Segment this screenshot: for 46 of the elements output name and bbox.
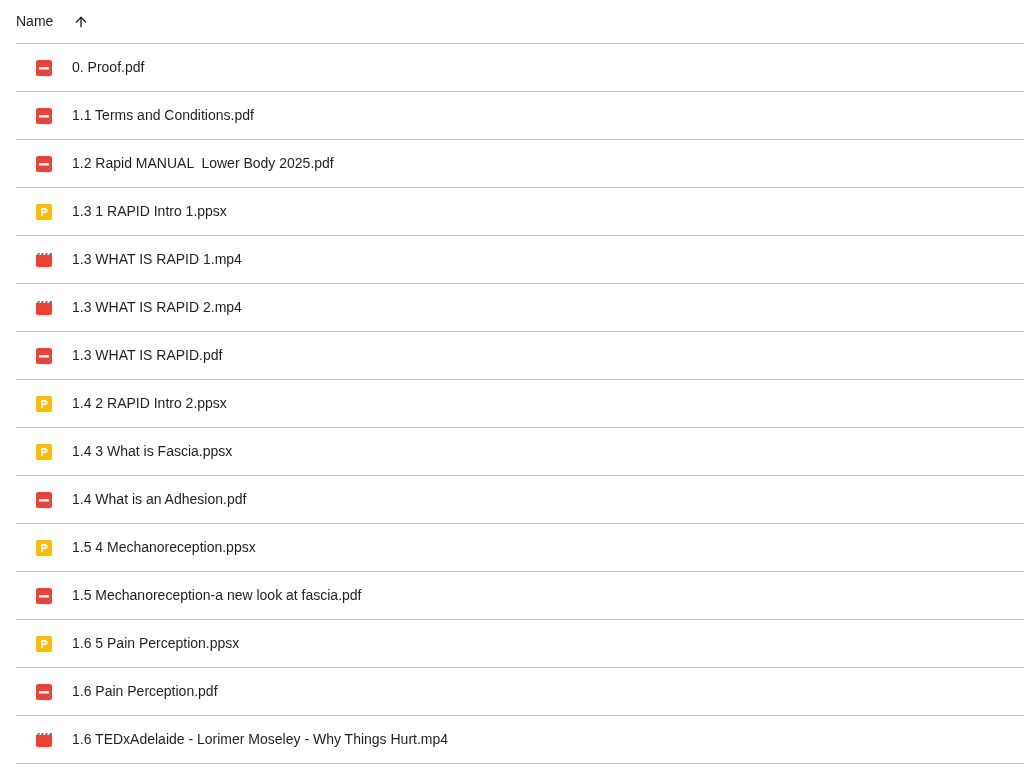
name-column-header[interactable]: Name [16,11,54,32]
file-name: 1.3 WHAT IS RAPID 2.mp4 [72,298,242,317]
file-row[interactable]: 1.4 3 What is Fascia.ppsx [16,428,1024,476]
file-row[interactable]: 1.6 Pain Perception.pdf [16,668,1024,716]
slides-file-icon [36,539,52,556]
file-name: 1.6 5 Pain Perception.ppsx [72,634,240,653]
file-name: 1.4 What is an Adhesion.pdf [72,490,247,509]
file-row[interactable]: 0. Proof.pdf [16,44,1024,92]
pdf-file-icon [36,347,52,364]
file-name: 1.5 4 Mechanoreception.ppsx [72,538,256,557]
pdf-file-icon [36,491,52,508]
file-row[interactable]: 1.6 TEDxAdelaide - Lorimer Moseley - Why Things Hurt.mp4 [16,716,1024,764]
pdf-file-icon [36,107,52,124]
file-name: 1.6 TEDxAdelaide - Lorimer Moseley - Why Things Hurt.mp4 [72,730,449,749]
file-name: 1.2 Rapid MANUAL Lower Body 2025.pdf [72,154,334,173]
pdf-file-icon [36,155,52,172]
slides-file-icon [36,203,52,220]
slides-file-icon [36,443,52,460]
pdf-file-icon [36,587,52,604]
file-row[interactable]: 1.3 WHAT IS RAPID 1.mp4 [16,236,1024,284]
file-row[interactable]: 1.1 Terms and Conditions.pdf [16,92,1024,140]
file-row[interactable]: 1.3 WHAT IS RAPID.pdf [16,332,1024,380]
file-name: 1.6 Pain Perception.pdf [72,682,218,701]
video-file-icon [36,732,52,747]
file-name: 1.3 WHAT IS RAPID.pdf [72,346,223,365]
file-name: 1.5 Mechanoreception-a new look at fascia.pdf [72,586,362,605]
file-name: 1.3 1 RAPID Intro 1.ppsx [72,202,227,221]
slides-file-icon [36,395,52,412]
file-row[interactable]: 1.4 What is an Adhesion.pdf [16,476,1024,524]
file-name: 1.4 2 RAPID Intro 2.ppsx [72,394,227,413]
file-row[interactable]: 1.3 WHAT IS RAPID 2.mp4 [16,284,1024,332]
slides-file-icon [36,635,52,652]
file-name: 0. Proof.pdf [72,58,145,77]
video-file-icon [36,300,52,315]
file-row[interactable]: 1.4 2 RAPID Intro 2.ppsx [16,380,1024,428]
file-row[interactable]: 1.2 Rapid MANUAL Lower Body 2025.pdf [16,140,1024,188]
pdf-file-icon [36,683,52,700]
file-name: 1.3 WHAT IS RAPID 1.mp4 [72,250,242,269]
file-name: 1.4 3 What is Fascia.ppsx [72,442,233,461]
file-name: 1.1 Terms and Conditions.pdf [72,106,254,125]
file-row[interactable]: 1.3 1 RAPID Intro 1.ppsx [16,188,1024,236]
file-row[interactable]: 1.5 Mechanoreception-a new look at fascia.pdf [16,572,1024,620]
pdf-file-icon [36,59,52,76]
file-row[interactable]: 1.5 4 Mechanoreception.ppsx [16,524,1024,572]
video-file-icon [36,252,52,267]
file-row[interactable]: 1.6 5 Pain Perception.ppsx [16,620,1024,668]
